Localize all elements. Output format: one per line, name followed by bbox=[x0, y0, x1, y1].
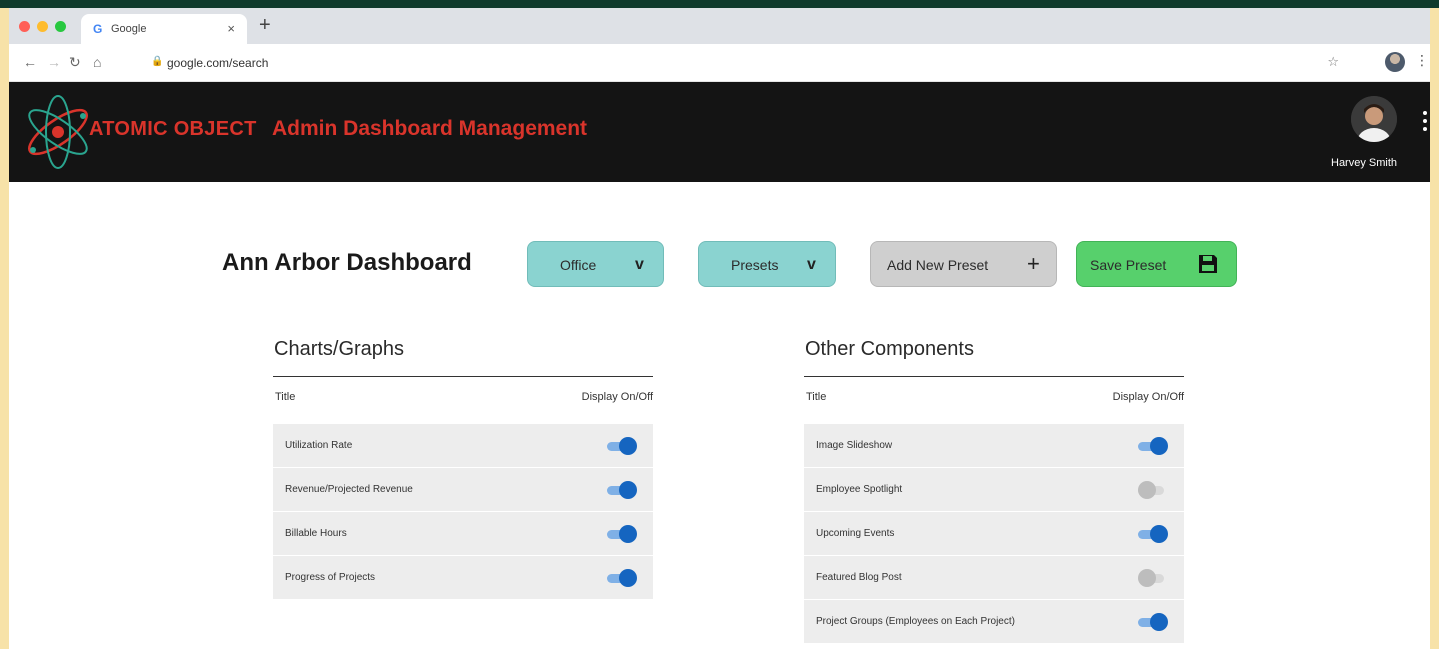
row-label: Utilization Rate bbox=[285, 440, 353, 451]
toggle-knob bbox=[619, 525, 637, 543]
desktop-frame-top bbox=[0, 0, 1439, 8]
list-item: Employee Spotlight bbox=[804, 468, 1184, 512]
toggle-knob bbox=[619, 437, 637, 455]
section-title: Charts/Graphs bbox=[274, 338, 405, 360]
row-label: Project Groups (Employees on Each Projec… bbox=[816, 616, 1015, 627]
tab-title: Google bbox=[111, 23, 147, 35]
tab-strip: G Google × + bbox=[9, 8, 1430, 44]
office-dropdown[interactable]: Office v bbox=[527, 241, 664, 287]
address-bar[interactable]: 🔒 google.com/search ☆ bbox=[119, 50, 1339, 76]
display-toggle-switch[interactable] bbox=[1138, 437, 1168, 455]
column-header-display: Display On/Off bbox=[581, 391, 653, 403]
row-label: Image Slideshow bbox=[816, 440, 893, 451]
display-toggle-switch[interactable] bbox=[607, 437, 637, 455]
browser-menu-icon[interactable]: ⋮ bbox=[1415, 52, 1429, 69]
row-label: Progress of Projects bbox=[285, 572, 376, 583]
display-toggle-switch[interactable] bbox=[607, 569, 637, 587]
display-toggle-switch[interactable] bbox=[1138, 481, 1168, 499]
list-item: Progress of Projects bbox=[273, 556, 653, 600]
floppy-disk-icon bbox=[1199, 255, 1217, 273]
row-label: Upcoming Events bbox=[816, 528, 895, 539]
chevron-down-icon: v bbox=[807, 256, 816, 273]
app-header: ATOMIC OBJECT Admin Dashboard Management… bbox=[9, 82, 1430, 182]
save-preset-button[interactable]: Save Preset bbox=[1076, 241, 1237, 287]
forward-arrow-icon[interactable]: → bbox=[47, 54, 61, 70]
user-photo-icon bbox=[1351, 96, 1397, 142]
page-title: Ann Arbor Dashboard bbox=[222, 249, 472, 276]
new-tab-icon[interactable]: + bbox=[259, 14, 271, 37]
desktop-frame-left bbox=[0, 8, 9, 649]
plus-icon: + bbox=[1027, 251, 1040, 276]
toggle-knob bbox=[1150, 437, 1168, 455]
list-item: Image Slideshow bbox=[804, 424, 1184, 468]
desktop-frame-right bbox=[1430, 8, 1439, 649]
other-components-list: Image Slideshow Employee Spotlight Upcomin… bbox=[804, 424, 1184, 644]
presets-dropdown[interactable]: Presets v bbox=[698, 241, 836, 287]
toggle-knob bbox=[1150, 525, 1168, 543]
toggle-knob bbox=[619, 481, 637, 499]
back-arrow-icon[interactable]: ← bbox=[23, 54, 37, 70]
column-header-display: Display On/Off bbox=[1112, 391, 1184, 403]
display-toggle-switch[interactable] bbox=[1138, 613, 1168, 631]
app-menu-icon[interactable] bbox=[1421, 108, 1429, 138]
minimize-window-button[interactable] bbox=[37, 21, 48, 32]
atomic-logo-icon bbox=[28, 95, 88, 169]
row-label: Revenue/Projected Revenue bbox=[285, 484, 413, 495]
add-new-preset-button[interactable]: Add New Preset + bbox=[870, 241, 1057, 287]
close-tab-icon[interactable]: × bbox=[227, 21, 235, 36]
column-header-title: Title bbox=[275, 391, 296, 403]
browser-tab[interactable]: G Google × bbox=[81, 14, 247, 44]
add-new-preset-label: Add New Preset bbox=[887, 257, 989, 273]
toggle-knob bbox=[1138, 569, 1156, 587]
section-divider bbox=[273, 376, 653, 377]
list-item: Utilization Rate bbox=[273, 424, 653, 468]
list-item: Project Groups (Employees on Each Projec… bbox=[804, 600, 1184, 644]
maximize-window-button[interactable] bbox=[55, 21, 66, 32]
list-item: Upcoming Events bbox=[804, 512, 1184, 556]
browser-toolbar: ← → ↻ ⌂ 🔒 google.com/search ☆ ⋮ bbox=[9, 44, 1430, 82]
office-dropdown-label: Office bbox=[560, 257, 597, 273]
chevron-down-icon: v bbox=[635, 256, 644, 273]
reload-icon[interactable]: ↻ bbox=[69, 54, 81, 71]
url-text: google.com/search bbox=[167, 56, 269, 70]
save-preset-label: Save Preset bbox=[1090, 257, 1167, 273]
column-header-title: Title bbox=[806, 391, 827, 403]
toggle-knob bbox=[1138, 481, 1156, 499]
user-name: Harvey Smith bbox=[1331, 157, 1398, 169]
toggle-knob bbox=[1150, 613, 1168, 631]
user-avatar[interactable] bbox=[1351, 96, 1397, 142]
display-toggle-switch[interactable] bbox=[1138, 525, 1168, 543]
browser-profile-icon[interactable] bbox=[1385, 52, 1405, 72]
toggle-knob bbox=[619, 569, 637, 587]
display-toggle-switch[interactable] bbox=[607, 525, 637, 543]
brand-name: ATOMIC OBJECT bbox=[89, 118, 257, 140]
row-label: Employee Spotlight bbox=[816, 484, 903, 495]
list-item: Revenue/Projected Revenue bbox=[273, 468, 653, 512]
bookmark-star-icon[interactable]: ☆ bbox=[1327, 54, 1339, 70]
app-title: Admin Dashboard Management bbox=[272, 117, 588, 140]
browser-window: G Google × + ← → ↻ ⌂ 🔒 google.com/search… bbox=[9, 8, 1430, 649]
section-title: Other Components bbox=[805, 338, 974, 360]
charts-list: Utilization Rate Revenue/Projected Revenu… bbox=[273, 424, 653, 600]
section-divider bbox=[804, 376, 1184, 377]
row-label: Billable Hours bbox=[285, 528, 347, 539]
row-label: Featured Blog Post bbox=[816, 572, 902, 583]
list-item: Billable Hours bbox=[273, 512, 653, 556]
lock-icon: 🔒 bbox=[151, 56, 164, 67]
list-item: Featured Blog Post bbox=[804, 556, 1184, 600]
presets-dropdown-label: Presets bbox=[731, 257, 779, 273]
display-toggle-switch[interactable] bbox=[1138, 569, 1168, 587]
display-toggle-switch[interactable] bbox=[607, 481, 637, 499]
google-favicon-icon: G bbox=[93, 22, 103, 36]
close-window-button[interactable] bbox=[19, 21, 30, 32]
home-icon[interactable]: ⌂ bbox=[93, 54, 101, 70]
